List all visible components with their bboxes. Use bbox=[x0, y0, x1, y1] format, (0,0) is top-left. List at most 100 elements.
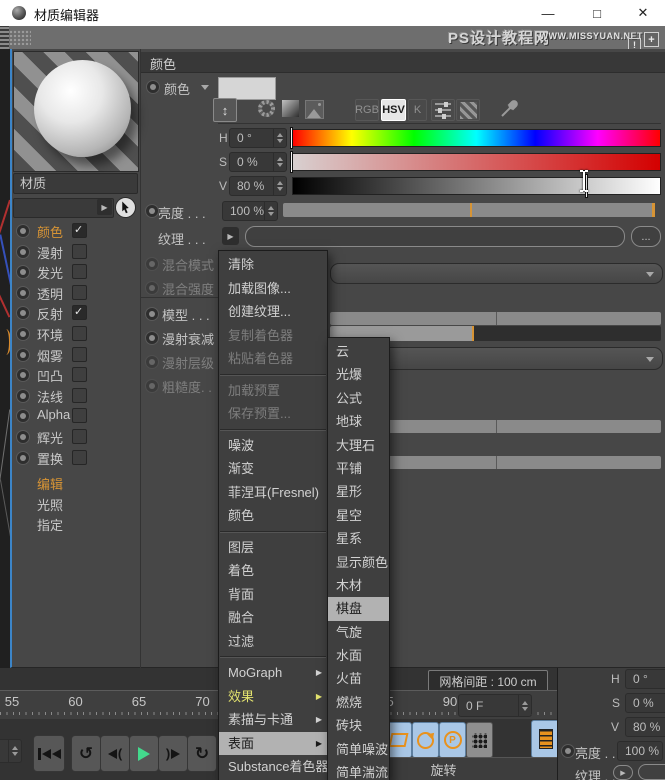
channel-radio[interactable] bbox=[16, 306, 30, 321]
menu-item-效果[interactable]: 效果 ▶ bbox=[219, 685, 327, 709]
channel-checkbox[interactable] bbox=[72, 326, 87, 341]
value-spinner[interactable] bbox=[273, 177, 286, 195]
hsv-mode-button[interactable]: HSV bbox=[381, 99, 406, 121]
next-key-button[interactable]: ↻ bbox=[187, 735, 217, 772]
color-wheel-icon[interactable] bbox=[258, 100, 275, 117]
menu-item-图层[interactable]: 图层 bbox=[219, 536, 327, 560]
menu-item-素描与卡通[interactable]: 素描与卡通 ▶ bbox=[219, 708, 327, 732]
channel-radio[interactable] bbox=[16, 285, 30, 300]
goto-start-button[interactable] bbox=[33, 735, 65, 772]
menu-item-地球[interactable]: 地球 bbox=[328, 410, 389, 433]
value-slider[interactable] bbox=[292, 177, 661, 195]
previous-key-button[interactable]: ↺ bbox=[71, 735, 101, 772]
blend-strength-slider[interactable] bbox=[330, 312, 661, 325]
channel-checkbox[interactable] bbox=[72, 367, 87, 383]
attr-hue-field[interactable]: 0 ° bbox=[625, 669, 665, 689]
dropdown-arrow-icon[interactable]: ▶ bbox=[97, 199, 112, 215]
material-name-input[interactable]: 材质 bbox=[13, 173, 138, 194]
param-radio[interactable] bbox=[145, 281, 159, 295]
menu-item-着色[interactable]: 着色 bbox=[219, 559, 327, 583]
mixer-mode-button[interactable] bbox=[431, 99, 455, 121]
channel-radio[interactable] bbox=[16, 430, 30, 444]
menu-item-创建纹理...[interactable]: 创建纹理... bbox=[219, 300, 327, 324]
brightness-slider[interactable] bbox=[283, 203, 655, 217]
channel-radio[interactable] bbox=[16, 224, 30, 238]
maximize-button[interactable]: □ bbox=[580, 0, 614, 26]
attr-brightness-field[interactable]: 100 % bbox=[617, 741, 663, 761]
brightness-slider-handle[interactable] bbox=[652, 203, 655, 217]
channel-label[interactable]: 法线 bbox=[37, 387, 63, 406]
menu-item-简单噪波[interactable]: 简单噪波 bbox=[328, 738, 389, 761]
channel-radio[interactable] bbox=[16, 244, 30, 259]
record-rotation-button[interactable] bbox=[412, 722, 439, 758]
param-radio[interactable] bbox=[145, 307, 159, 321]
material-preview[interactable] bbox=[13, 51, 139, 172]
channel-link-指定[interactable]: 指定 bbox=[37, 515, 63, 536]
record-parameter-button[interactable]: P bbox=[439, 722, 466, 758]
channel-label[interactable]: 环境 bbox=[37, 325, 63, 344]
menu-item-星空[interactable]: 星空 bbox=[328, 504, 389, 527]
menu-item-清除[interactable]: 清除 bbox=[219, 253, 327, 277]
minimize-button[interactable]: — bbox=[531, 0, 565, 26]
saturation-field[interactable]: 0 % bbox=[229, 152, 287, 172]
channel-label[interactable]: 辉光 bbox=[37, 428, 63, 447]
channel-checkbox[interactable] bbox=[72, 284, 87, 300]
saturation-slider[interactable] bbox=[292, 153, 661, 171]
menu-item-颜色[interactable]: 颜色 bbox=[219, 504, 327, 528]
color-mode-caret-icon[interactable] bbox=[201, 85, 209, 90]
color-section-header[interactable]: 颜色 bbox=[141, 52, 665, 73]
menu-item-显示颜色[interactable]: 显示颜色 bbox=[328, 551, 389, 574]
channel-checkbox[interactable] bbox=[72, 223, 87, 238]
menu-item-棋盘[interactable]: 棋盘 bbox=[328, 597, 389, 621]
channel-checkbox[interactable] bbox=[72, 264, 87, 280]
channel-label[interactable]: 凹凸 bbox=[37, 366, 63, 385]
channel-label[interactable]: 颜色 bbox=[37, 222, 63, 241]
attr-brightness-radio[interactable] bbox=[561, 744, 575, 758]
menu-item-大理石[interactable]: 大理石 bbox=[328, 434, 389, 457]
saturation-spinner[interactable] bbox=[273, 153, 286, 171]
eyedropper-icon[interactable] bbox=[500, 98, 520, 123]
param-radio[interactable] bbox=[145, 257, 159, 271]
frame-spinner[interactable] bbox=[518, 695, 531, 716]
next-frame-button[interactable]: ) bbox=[158, 735, 188, 772]
attr-texture-field[interactable] bbox=[638, 764, 665, 780]
channel-checkbox[interactable] bbox=[72, 346, 87, 362]
menu-item-砖块[interactable]: 砖块 bbox=[328, 714, 389, 737]
image-picker-icon[interactable] bbox=[305, 100, 324, 119]
param-radio[interactable] bbox=[145, 331, 159, 345]
channel-checkbox[interactable] bbox=[72, 429, 87, 444]
rgb-mode-button[interactable]: RGB bbox=[355, 99, 379, 121]
menu-item-星形[interactable]: 星形 bbox=[328, 480, 389, 503]
channel-label[interactable]: 烟雾 bbox=[37, 346, 63, 365]
k-mode-button[interactable]: K bbox=[408, 99, 427, 121]
color-row-radio[interactable] bbox=[146, 80, 160, 94]
menu-item-云[interactable]: 云 bbox=[328, 340, 389, 363]
menu-item-菲涅耳(Fresnel)[interactable]: 菲涅耳(Fresnel) bbox=[219, 481, 327, 505]
color-swatch[interactable] bbox=[218, 77, 276, 100]
menu-item-渐变[interactable]: 渐变 bbox=[219, 457, 327, 481]
brightness-spinner[interactable] bbox=[264, 202, 277, 220]
channel-checkbox[interactable] bbox=[72, 243, 87, 259]
menu-item-表面[interactable]: 表面 ▶ bbox=[219, 731, 327, 755]
channel-label[interactable]: 发光 bbox=[37, 263, 63, 282]
channel-radio[interactable] bbox=[16, 409, 30, 424]
swatches-mode-button[interactable] bbox=[456, 99, 480, 121]
menu-item-火苗[interactable]: 火苗 bbox=[328, 667, 389, 690]
attr-saturation-field[interactable]: 0 % bbox=[625, 693, 665, 713]
menu-item-光爆[interactable]: 光爆 bbox=[328, 363, 389, 386]
hue-field[interactable]: 0 ° bbox=[229, 128, 287, 148]
saturation-slider-handle[interactable] bbox=[290, 151, 293, 173]
drag-handle[interactable] bbox=[9, 30, 31, 45]
param-radio[interactable] bbox=[145, 379, 159, 393]
channel-link-编辑[interactable]: 编辑 bbox=[37, 474, 63, 495]
param-radio[interactable] bbox=[145, 355, 159, 369]
value-field[interactable]: 80 % bbox=[229, 176, 287, 196]
blend-mode-dropdown[interactable] bbox=[330, 263, 663, 284]
texture-path-field[interactable] bbox=[245, 226, 625, 247]
channel-checkbox[interactable] bbox=[72, 408, 87, 424]
menu-item-星系[interactable]: 星系 bbox=[328, 527, 389, 550]
channel-label[interactable]: 漫射 bbox=[37, 243, 63, 262]
channel-checkbox[interactable] bbox=[72, 387, 87, 403]
keying-selection-button[interactable] bbox=[531, 720, 560, 758]
menu-item-背面[interactable]: 背面 bbox=[219, 583, 327, 607]
